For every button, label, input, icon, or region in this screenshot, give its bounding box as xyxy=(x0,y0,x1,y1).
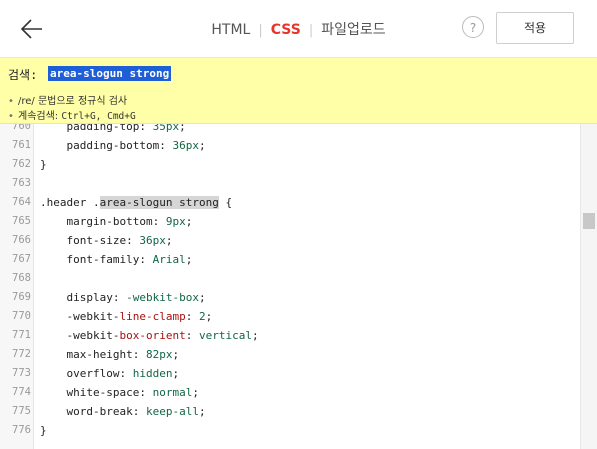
tip-continue-search: • 계속검색: Ctrl+G, Cmd+G xyxy=(8,109,136,124)
line-code: padding-bottom: 36px; xyxy=(40,139,206,152)
tab-css[interactable]: CSS xyxy=(269,22,303,38)
top-bar: HTML | CSS | 파일업로드 ? 적용 xyxy=(0,0,597,58)
scrollbar-thumb[interactable] xyxy=(583,213,595,229)
code-line: 774 white-space: normal; xyxy=(0,383,580,402)
code-line: 766 font-size: 36px; xyxy=(0,231,580,250)
code-line: 770 -webkit-line-clamp: 2; xyxy=(0,307,580,326)
line-code: } xyxy=(40,424,47,437)
search-panel: 검색: area-slogun strong • /re/ 문법으로 정규식 검사… xyxy=(0,58,597,124)
line-number: 768 xyxy=(12,272,31,284)
line-number: 770 xyxy=(12,310,31,322)
line-code: word-break: keep-all; xyxy=(40,405,206,418)
tip-regex-text: /re/ 문법으로 정규식 검사 xyxy=(18,96,128,107)
tip-regex: • /re/ 문법으로 정규식 검사 xyxy=(8,94,136,109)
vertical-scrollbar[interactable] xyxy=(580,124,597,449)
line-code: overflow: hidden; xyxy=(40,367,180,380)
code-line: 768 xyxy=(0,269,580,288)
code-line: 760 padding-top: 35px; xyxy=(0,124,580,136)
line-number: 765 xyxy=(12,215,31,227)
tab-divider: | xyxy=(258,23,263,38)
line-code: display: -webkit-box; xyxy=(40,291,206,304)
line-number: 761 xyxy=(12,139,31,151)
code-line: 771 -webkit-box-orient: vertical; xyxy=(0,326,580,345)
line-code: margin-bottom: 9px; xyxy=(40,215,193,228)
question-circle-icon: ? xyxy=(469,21,477,35)
code-line: 762} xyxy=(0,155,580,174)
code-line: 763 xyxy=(0,174,580,193)
code-line: 764 .header .area-slogun strong { xyxy=(0,193,580,212)
tab-html[interactable]: HTML xyxy=(209,22,252,38)
line-code: } xyxy=(40,158,47,171)
tab-file-upload[interactable]: 파일업로드 xyxy=(319,19,387,39)
bullet-icon: • xyxy=(8,111,14,122)
line-code: padding-top: 35px; xyxy=(40,124,186,133)
line-code: font-size: 36px; xyxy=(40,234,173,247)
line-code: font-family: Arial; xyxy=(40,253,193,266)
line-number: 764 xyxy=(12,196,31,208)
line-number: 775 xyxy=(12,405,31,417)
tip-continue-label: 계속검색: xyxy=(18,111,59,122)
line-code: -webkit-line-clamp: 2; xyxy=(40,310,213,323)
code-line: 772 max-height: 82px; xyxy=(0,345,580,364)
line-number: 776 xyxy=(12,424,31,436)
line-code: -webkit-box-orient: vertical; xyxy=(40,329,259,342)
code-line: 761 padding-bottom: 36px; xyxy=(0,136,580,155)
help-button[interactable]: ? xyxy=(462,16,484,38)
line-number: 763 xyxy=(12,177,31,189)
line-code: max-height: 82px; xyxy=(40,348,180,361)
code-editor[interactable]: 760 padding-top: 35px; 761 padding-bottom… xyxy=(0,124,597,449)
line-number: 773 xyxy=(12,367,31,379)
line-number: 774 xyxy=(12,386,31,398)
search-input[interactable]: area-slogun strong xyxy=(48,66,172,81)
apply-button[interactable]: 적용 xyxy=(496,12,574,44)
code-line: 776} xyxy=(0,421,580,440)
tip-continue-keys: Ctrl+G, Cmd+G xyxy=(61,111,136,122)
line-number: 762 xyxy=(12,158,31,170)
line-code: white-space: normal; xyxy=(40,386,199,399)
search-tips: • /re/ 문법으로 정규식 검사 • 계속검색: Ctrl+G, Cmd+G xyxy=(8,94,136,124)
code-line: 765 margin-bottom: 9px; xyxy=(0,212,580,231)
code-line: 775 word-break: keep-all; xyxy=(0,402,580,421)
tab-divider: | xyxy=(308,23,314,38)
code-line: 769 display: -webkit-box; xyxy=(0,288,580,307)
search-label: 검색: xyxy=(8,68,38,82)
line-number: 771 xyxy=(12,329,31,341)
bullet-icon: • xyxy=(8,96,14,107)
line-number: 760 xyxy=(12,124,31,132)
line-number: 766 xyxy=(12,234,31,246)
code-line: 773 overflow: hidden; xyxy=(0,364,580,383)
code-line: 767 font-family: Arial; xyxy=(0,250,580,269)
line-number: 767 xyxy=(12,253,31,265)
line-number: 772 xyxy=(12,348,31,360)
line-code: .header .area-slogun strong { xyxy=(40,196,233,209)
line-number: 769 xyxy=(12,291,31,303)
